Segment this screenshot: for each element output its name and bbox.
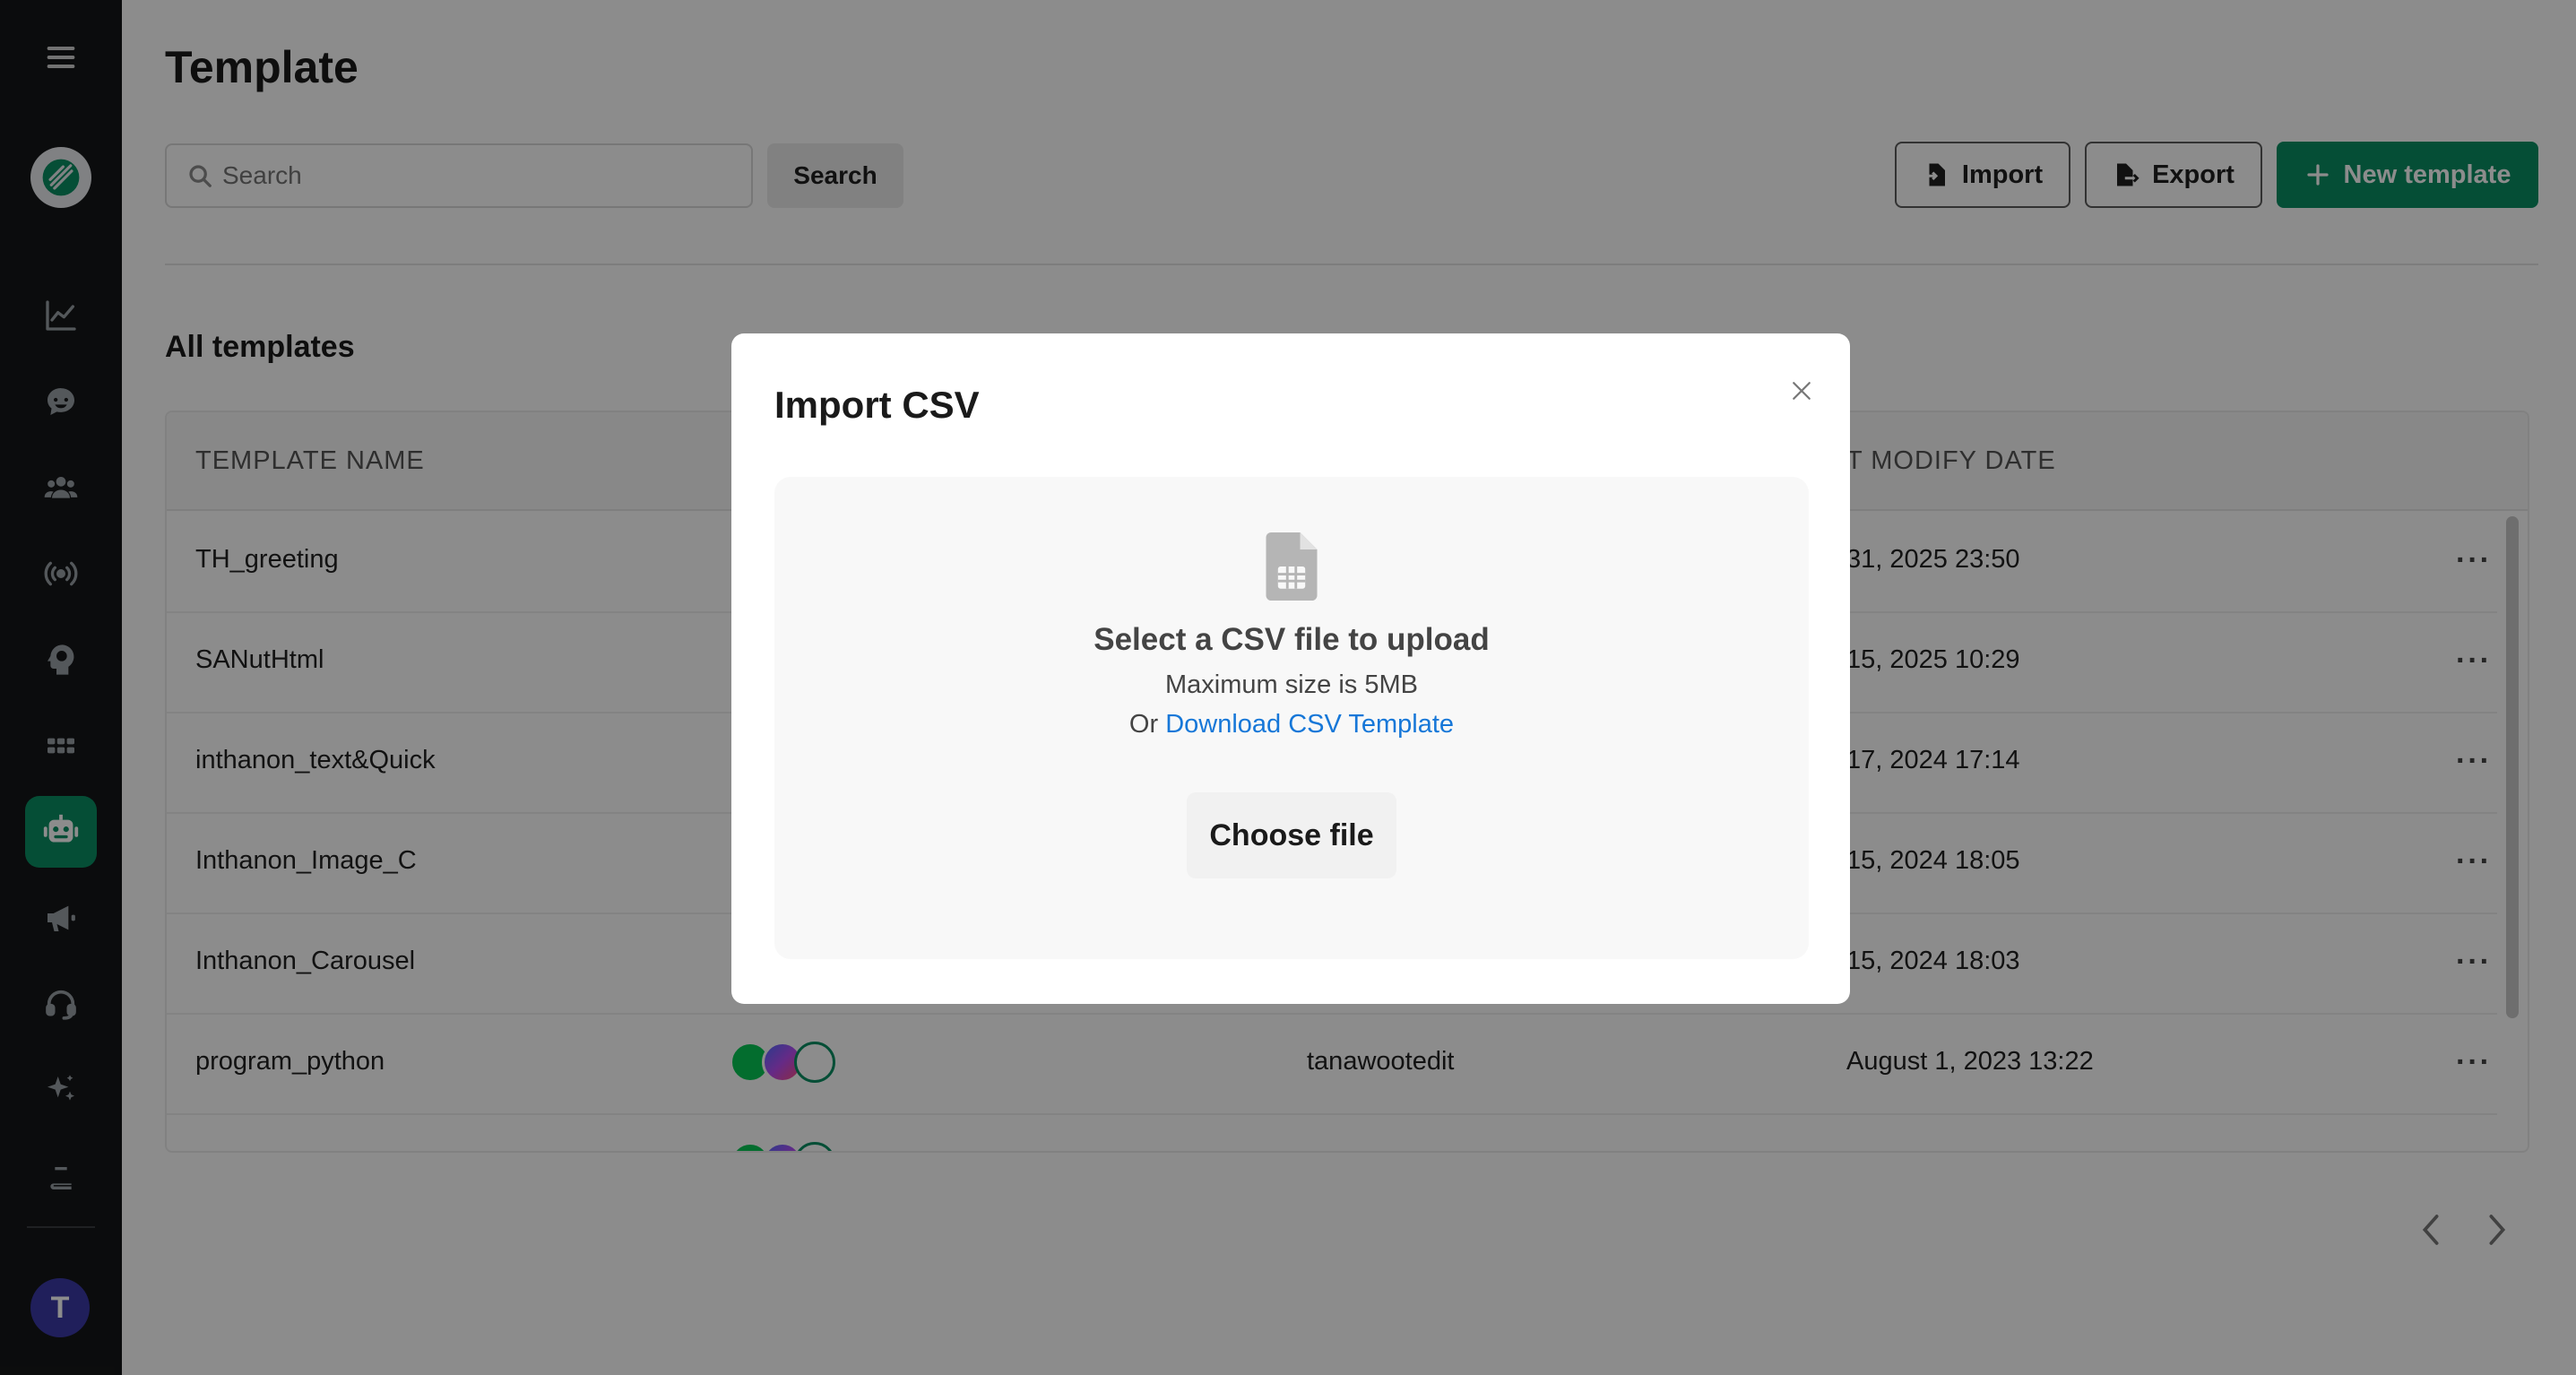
- close-icon[interactable]: [1780, 369, 1823, 412]
- import-csv-modal: Import CSV Select a CSV file to upload M…: [731, 333, 1850, 1004]
- modal-title: Import CSV: [774, 384, 980, 426]
- max-size-note: Maximum size is 5MB: [1165, 670, 1418, 699]
- download-template-line: Or Download CSV Template: [774, 710, 1809, 739]
- download-csv-template-link[interactable]: Download CSV Template: [1165, 710, 1454, 739]
- dropzone-title: Select a CSV file to upload: [1094, 622, 1490, 657]
- csv-file-icon: [1266, 532, 1318, 601]
- csv-dropzone[interactable]: Select a CSV file to upload Maximum size…: [774, 477, 1809, 959]
- or-text: Or: [1128, 710, 1166, 739]
- choose-file-button[interactable]: Choose file: [1187, 792, 1396, 878]
